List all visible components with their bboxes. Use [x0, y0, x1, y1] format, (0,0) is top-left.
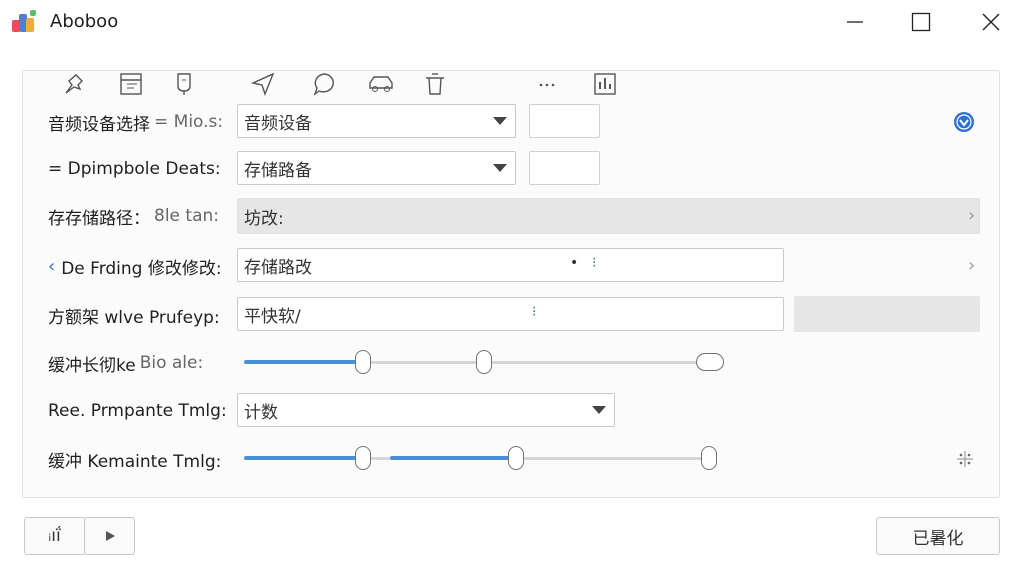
- edit-input[interactable]: 存储路改 • ⁝: [237, 248, 784, 282]
- more-icon: [539, 83, 555, 87]
- storage-path-field[interactable]: 坊改:: [237, 198, 980, 234]
- maximize-button[interactable]: [892, 0, 950, 44]
- trash-icon: [426, 73, 444, 95]
- car-icon: [369, 76, 393, 92]
- calendar-button[interactable]: [116, 70, 146, 98]
- edit-label: ‹ De Frding 修改修改:: [48, 251, 222, 281]
- frame-label: 方额架 wlve Prufeyp:: [48, 300, 220, 330]
- edit-value: 存储路改: [244, 257, 312, 278]
- audio-device-value: 音频设备: [244, 113, 312, 134]
- chat-icon: [313, 73, 334, 96]
- chat-button[interactable]: [310, 70, 340, 98]
- colon-icon: ⁝: [532, 304, 537, 320]
- audio-device-select[interactable]: 音频设备: [237, 104, 516, 138]
- car-button[interactable]: [366, 70, 396, 98]
- trash-button[interactable]: [420, 70, 450, 98]
- footer-left-label: ᵢıḯ: [48, 526, 61, 546]
- buffer-label-suffix: Bio ale:: [139, 353, 204, 373]
- audio-device-label: 音频设备选择 = Mio.s:: [48, 107, 223, 137]
- chevron-down-icon: [493, 117, 507, 125]
- app-logo-icon: [12, 10, 38, 34]
- stats-icon: [594, 73, 616, 95]
- buffer2-slider-fill: [390, 456, 510, 460]
- colon-icon: ⁝: [592, 255, 597, 271]
- frame-value: 平快软/: [244, 306, 301, 327]
- close-icon: [982, 13, 1000, 31]
- move-button[interactable]: [955, 449, 975, 469]
- buffer-slider-handle[interactable]: [696, 353, 724, 371]
- dot-icon: •: [570, 255, 579, 271]
- confirm-button[interactable]: 已暑化: [876, 517, 1000, 555]
- play-button[interactable]: [84, 517, 135, 555]
- buffer-slider-handle[interactable]: [355, 350, 371, 374]
- more-button[interactable]: [532, 70, 562, 98]
- buffer2-slider-handle[interactable]: [508, 446, 524, 470]
- confirm-label: 已暑化: [912, 528, 964, 549]
- storage-path-label: 存存储路径： 8le tan:: [48, 201, 219, 231]
- chevron-right-icon[interactable]: ›: [968, 205, 975, 226]
- footer-left-button[interactable]: ᵢıḯ: [24, 517, 85, 555]
- calendar-icon: [120, 73, 142, 95]
- deposit-select[interactable]: 存储路备: [237, 151, 516, 185]
- maximize-icon: [911, 12, 931, 32]
- audio-device-label-text: 音频设备选择: [48, 114, 150, 135]
- title-bar: Aboboo: [0, 0, 1024, 44]
- audio-device-aux-box[interactable]: [529, 104, 600, 138]
- pin-icon: [65, 74, 83, 94]
- frame-aux-block[interactable]: [794, 296, 980, 332]
- buffer2-slider-handle[interactable]: [355, 446, 371, 470]
- frame-input[interactable]: 平快软/ ⁝: [237, 297, 784, 331]
- play-icon: [105, 531, 115, 541]
- buffer2-label-text: 缓冲 Kemainte Tmlg:: [48, 451, 222, 472]
- minimize-button[interactable]: [826, 0, 884, 44]
- buffer2-slider-fill: [244, 456, 356, 460]
- buffer-slider-fill: [244, 360, 362, 364]
- preset-label-text: Ree. Prmpante Tmlg:: [48, 401, 227, 421]
- pin-button[interactable]: [60, 70, 90, 98]
- download-badge-icon: [954, 112, 974, 132]
- preset-label: Ree. Prmpante Tmlg:: [48, 396, 227, 426]
- stats-button[interactable]: [590, 70, 620, 98]
- buffer-slider-handle[interactable]: [476, 350, 492, 374]
- window-title: Aboboo: [50, 11, 119, 32]
- deposit-label-text: = Dpimpbole Deats:: [48, 159, 221, 179]
- preset-value: 计数: [244, 402, 278, 423]
- storage-path-value: 坊改:: [244, 208, 284, 229]
- deposit-label: = Dpimpbole Deats:: [48, 154, 221, 184]
- chevron-down-icon: [592, 406, 606, 414]
- send-button[interactable]: [248, 70, 278, 98]
- buffer-label: 缓冲长彻ke Bio ale:: [48, 348, 203, 378]
- storage-path-label-suffix: 8le tan:: [154, 206, 219, 226]
- frame-label-text: 方额架 wlve Prufeyp:: [48, 307, 220, 328]
- info-button[interactable]: [952, 110, 976, 134]
- storage-path-label-text: 存存储路径：: [48, 208, 150, 229]
- deposit-value: 存储路备: [244, 160, 312, 181]
- minimize-icon: [847, 21, 863, 23]
- buffer2-label: 缓冲 Kemainte Tmlg:: [48, 444, 221, 474]
- chevron-left-icon[interactable]: ‹: [48, 256, 55, 277]
- chevron-down-icon: [493, 164, 507, 172]
- edit-label-text: De Frding 修改修改:: [61, 258, 222, 279]
- close-button[interactable]: [962, 0, 1020, 44]
- chevron-right-icon[interactable]: ›: [968, 255, 975, 276]
- cup-icon: [177, 73, 191, 95]
- move-icon: [957, 451, 973, 467]
- buffer-label-text: 缓冲长彻ke: [48, 355, 136, 376]
- preset-select[interactable]: 计数: [237, 393, 615, 427]
- deposit-aux-box[interactable]: [529, 151, 600, 185]
- audio-device-label-suffix: = Mio.s:: [154, 112, 224, 132]
- send-icon: [250, 72, 275, 97]
- cup-button[interactable]: [170, 70, 200, 98]
- buffer2-slider-handle[interactable]: [701, 446, 717, 470]
